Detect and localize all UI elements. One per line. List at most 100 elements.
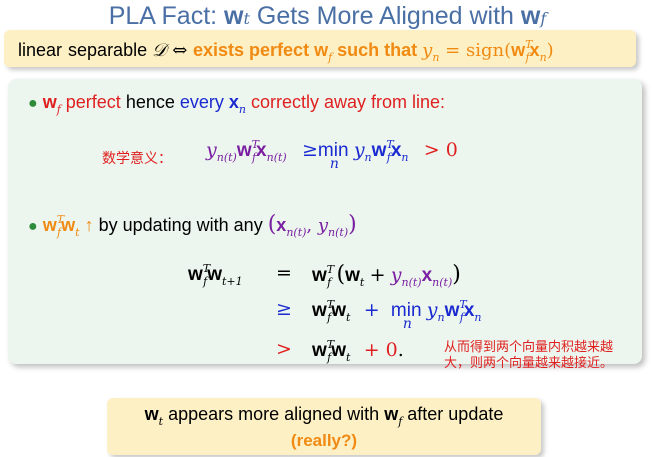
r1-sub-nt2: n(t) bbox=[432, 276, 453, 289]
eq1-gt-zero: > 0 bbox=[423, 139, 458, 161]
eq1-y: y bbox=[206, 139, 217, 161]
b2-text: by updating with any bbox=[93, 215, 268, 235]
r1-x: x bbox=[421, 265, 433, 286]
r1-plus: + bbox=[369, 264, 386, 286]
r1-wt: w bbox=[345, 265, 360, 286]
b1-w: w bbox=[42, 92, 57, 112]
r1-sub-f: f bbox=[327, 276, 332, 289]
b2-comma: , bbox=[306, 215, 318, 236]
annotation-line-1: 从而得到两个向量内积越来越 bbox=[444, 340, 614, 355]
fact-box: linear separable 𝒟 ⇔ exists perfect wf su… bbox=[4, 30, 636, 67]
title-w2: w bbox=[520, 2, 541, 30]
title-sub-f: f bbox=[540, 9, 547, 28]
eq1-yn: y bbox=[353, 139, 365, 161]
b2-y: y bbox=[317, 215, 329, 236]
r3-w: w bbox=[312, 340, 327, 361]
page-title: PLA Fact: wt Gets More Aligned with wf bbox=[0, 2, 655, 31]
bottom-appears: appears more aligned with bbox=[163, 404, 385, 424]
eq1-sub-nt2: n(t) bbox=[266, 151, 287, 164]
iff-symbol: ⇔ bbox=[166, 40, 193, 61]
annotation-math-meaning: 数学意义： bbox=[102, 151, 172, 167]
r2-min-n: n bbox=[402, 316, 412, 332]
title-prefix: PLA Fact: bbox=[108, 2, 225, 30]
r1-lparen: ( bbox=[336, 262, 346, 287]
lhs-w2: w bbox=[207, 264, 222, 285]
bullet-dot-icon: ● bbox=[28, 95, 38, 112]
title-middle: Gets More Aligned with bbox=[249, 2, 521, 30]
title-w: w bbox=[224, 2, 244, 30]
r3-period: . bbox=[397, 339, 404, 361]
up-arrow-icon: ↑ bbox=[84, 215, 94, 235]
eq1-sub-n: n bbox=[364, 151, 372, 164]
fact-close: ) bbox=[546, 40, 554, 61]
r2-sub-t: t bbox=[345, 311, 351, 324]
b2-sub-t: t bbox=[75, 226, 80, 239]
really-question: (really?) bbox=[290, 431, 358, 450]
such-that: such that bbox=[332, 40, 423, 60]
b2-lparen: ( bbox=[267, 212, 277, 237]
annotation-conclusion: 从而得到两个向量内积越来越 大，则两个向量越来越接近。 bbox=[444, 340, 613, 372]
r2-wt: w bbox=[331, 300, 346, 321]
eq-rhs-3: wTfwt + 0. bbox=[312, 338, 404, 364]
fact-sub-n2: n bbox=[539, 51, 547, 64]
r2-w2: w bbox=[444, 300, 460, 321]
eq-op-gt: > bbox=[276, 338, 292, 360]
conclusion-box: wt appears more aligned with wf after up… bbox=[107, 398, 541, 455]
r2-plus: + bbox=[363, 299, 380, 321]
eq-op-equals: = bbox=[276, 262, 292, 284]
dataset-symbol: 𝒟 bbox=[152, 40, 167, 61]
fact-x: x bbox=[529, 40, 540, 60]
r2-xn: x bbox=[463, 300, 475, 321]
eq-op-geq: ≥ bbox=[276, 298, 292, 320]
eq1-min-n: n bbox=[329, 156, 339, 172]
r3-sub-t: t bbox=[345, 351, 351, 364]
r1-sub-t: t bbox=[359, 276, 365, 289]
equation-1: yn(t)wTfxn(t) ≥min n ynwTfxn > 0 bbox=[206, 138, 458, 172]
b2-wt: w bbox=[61, 215, 76, 235]
fact-text: linear separable 𝒟 ⇔ exists perfect wf su… bbox=[18, 38, 554, 64]
conclusion-line: wt appears more aligned with wf after up… bbox=[107, 404, 541, 428]
r1-w: w bbox=[312, 265, 327, 286]
eq1-w2: w bbox=[371, 140, 387, 161]
bullet-dot-icon: ● bbox=[28, 218, 38, 235]
annotation-line-2: 大，则两个向量越来越接近。 bbox=[444, 356, 614, 371]
b2-x: x bbox=[276, 215, 287, 235]
b1-correctly: correctly away from line: bbox=[246, 92, 446, 112]
r2-sub-n2: n bbox=[474, 311, 482, 324]
r1-sub-nt: n(t) bbox=[401, 276, 422, 289]
lhs-sub-t1: t+1 bbox=[221, 275, 243, 288]
r2-yn: y bbox=[426, 299, 438, 321]
eq1-geq: ≥ bbox=[301, 139, 318, 161]
word-linear: linear bbox=[18, 40, 63, 60]
r1-y: y bbox=[390, 264, 402, 286]
b2-sub-nt2: n(t) bbox=[328, 226, 349, 239]
eq-rhs-2: wTfwt + min n ynwTfxn bbox=[312, 298, 482, 332]
bottom-w: w bbox=[144, 404, 159, 424]
eq-rhs-1: wTf (wt + yn(t)xn(t)) bbox=[312, 262, 461, 289]
lhs-w: w bbox=[188, 264, 203, 285]
b1-x: x bbox=[228, 92, 239, 112]
eq-lhs: wTfwt+1 bbox=[188, 262, 243, 288]
b2-rparen: ) bbox=[348, 212, 357, 237]
fact-y: y bbox=[422, 40, 433, 61]
eq1-xn: x bbox=[390, 140, 402, 161]
fact-w: w bbox=[314, 40, 329, 60]
b1-perfect: perfect bbox=[60, 92, 121, 112]
eq1-w: w bbox=[236, 140, 252, 161]
r3-wt: w bbox=[331, 340, 346, 361]
bottom-w2: w bbox=[384, 404, 399, 424]
r1-rparen: ) bbox=[452, 262, 461, 287]
b2-wf: w bbox=[42, 215, 57, 235]
word-separable: separable bbox=[68, 40, 153, 60]
eq1-sub-n2: n bbox=[401, 151, 409, 164]
b1-every: every bbox=[179, 92, 229, 112]
r3-plus-zero: + 0 bbox=[363, 339, 398, 361]
bullet-2: ● wTfwt ↑ by updating with any (xn(t), y… bbox=[28, 212, 357, 239]
eq1-x: x bbox=[256, 140, 267, 161]
fact-w2: w bbox=[511, 40, 526, 60]
b1-sub-n: n bbox=[238, 103, 246, 116]
fact-sign: = sign( bbox=[439, 40, 512, 61]
b1-hence: hence bbox=[120, 92, 180, 112]
r1-sup-T: T bbox=[326, 263, 335, 276]
exists-perfect: exists perfect bbox=[193, 40, 315, 60]
